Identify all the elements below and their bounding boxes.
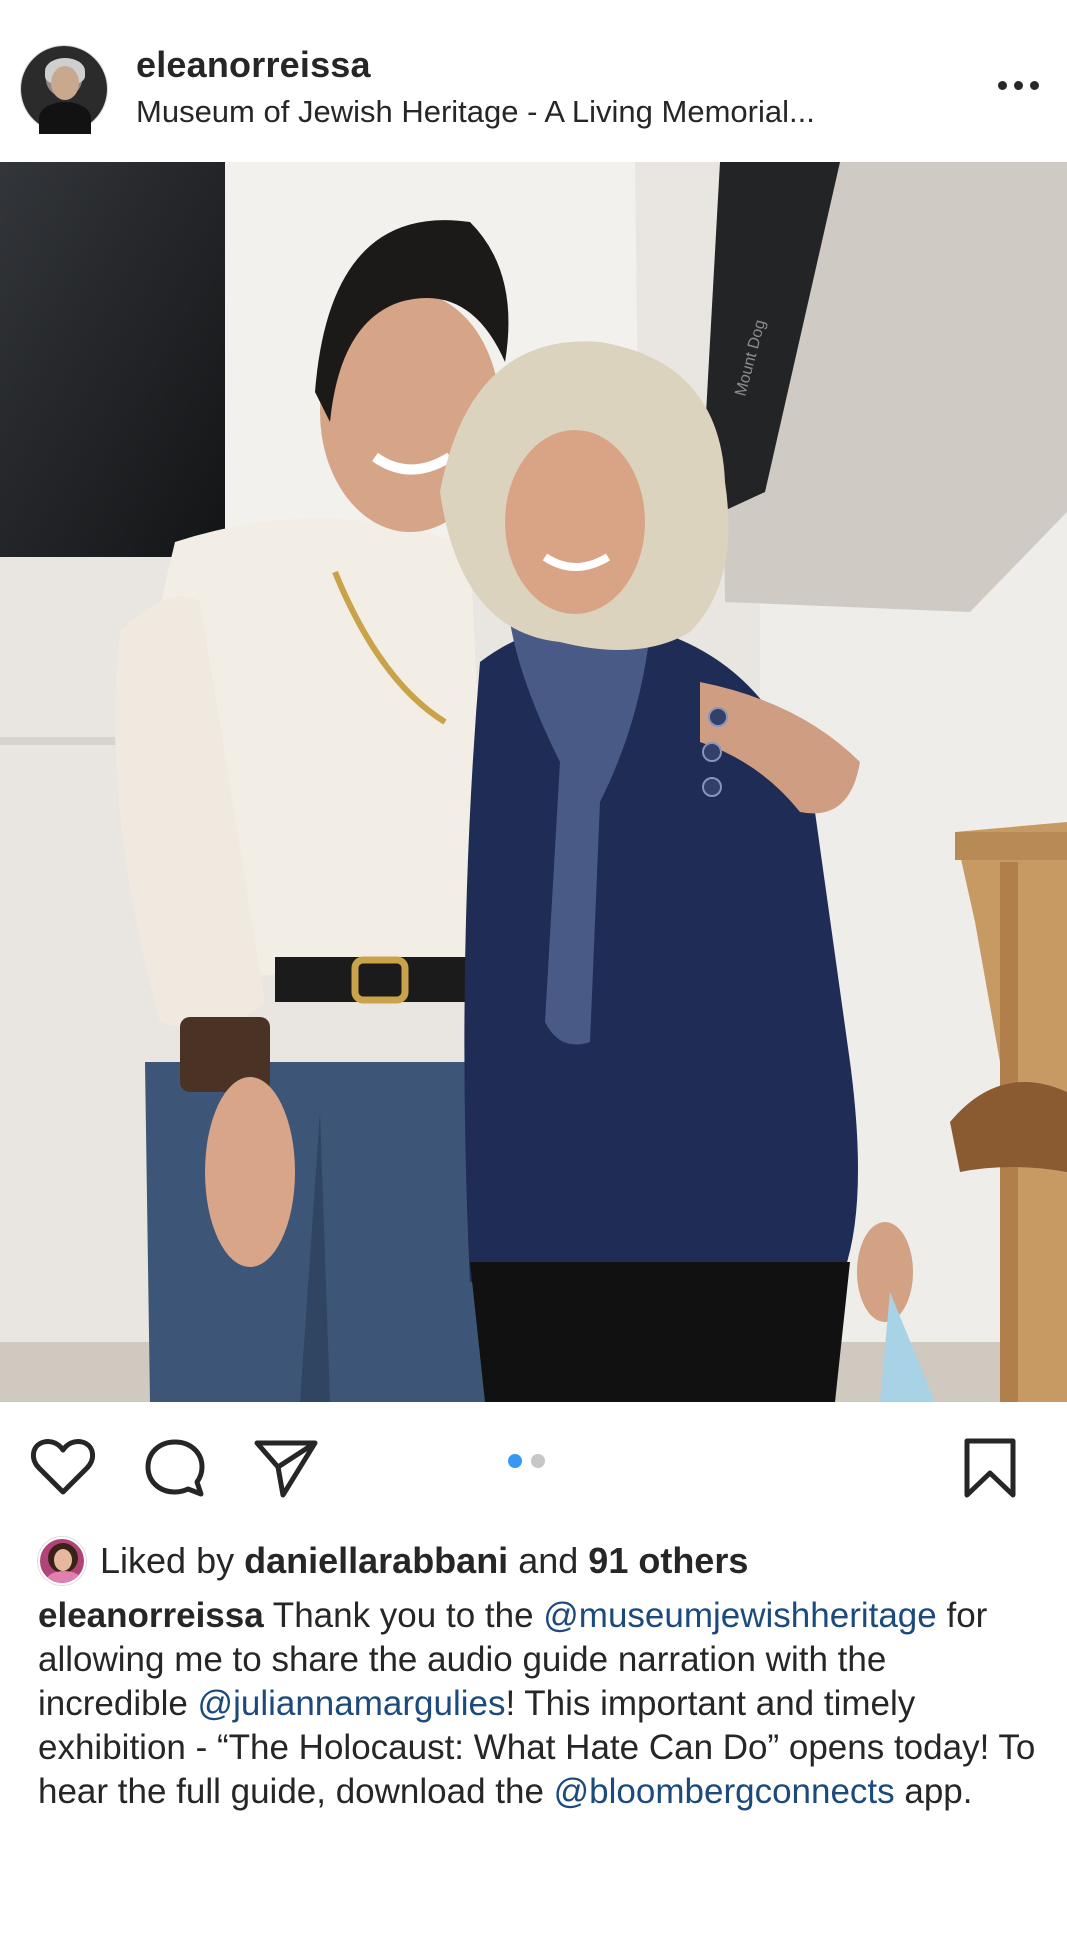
likes-joiner: and: [518, 1540, 579, 1581]
likes-summary[interactable]: Liked by daniellarabbani and 91 others: [38, 1536, 748, 1586]
post-caption: eleanorreissa Thank you to the @museumje…: [38, 1594, 1038, 1814]
carousel-dot-1: [508, 1454, 522, 1468]
post-header: eleanorreissa Museum of Jewish Heritage …: [0, 0, 1067, 162]
mention-link[interactable]: @juliannamargulies: [198, 1684, 506, 1723]
bookmark-icon[interactable]: [962, 1437, 1018, 1499]
post-username[interactable]: eleanorreissa: [136, 44, 371, 86]
post-location[interactable]: Museum of Jewish Heritage - A Living Mem…: [136, 94, 815, 130]
carousel-indicator: [508, 1454, 545, 1468]
caption-text: app.: [894, 1772, 973, 1811]
heart-icon[interactable]: [30, 1437, 96, 1497]
mention-link[interactable]: @bloombergconnects: [554, 1772, 895, 1811]
likes-others-count[interactable]: 91 others: [588, 1540, 748, 1582]
profile-avatar[interactable]: [20, 45, 108, 134]
paper-plane-icon[interactable]: [253, 1437, 319, 1499]
likes-prefix: Liked by: [100, 1540, 235, 1581]
comment-icon[interactable]: [143, 1437, 207, 1499]
liker-username[interactable]: daniellarabbani: [244, 1540, 508, 1582]
liker-avatar[interactable]: [38, 1537, 86, 1585]
post-photo[interactable]: Mount Dog: [0, 162, 1067, 1402]
carousel-dot-2: [531, 1454, 545, 1468]
more-options-icon[interactable]: [998, 70, 1048, 100]
caption-text: Thank you to the: [263, 1596, 544, 1635]
caption-author[interactable]: eleanorreissa: [38, 1596, 264, 1635]
mention-link[interactable]: @museumjewishheritage: [543, 1596, 936, 1635]
